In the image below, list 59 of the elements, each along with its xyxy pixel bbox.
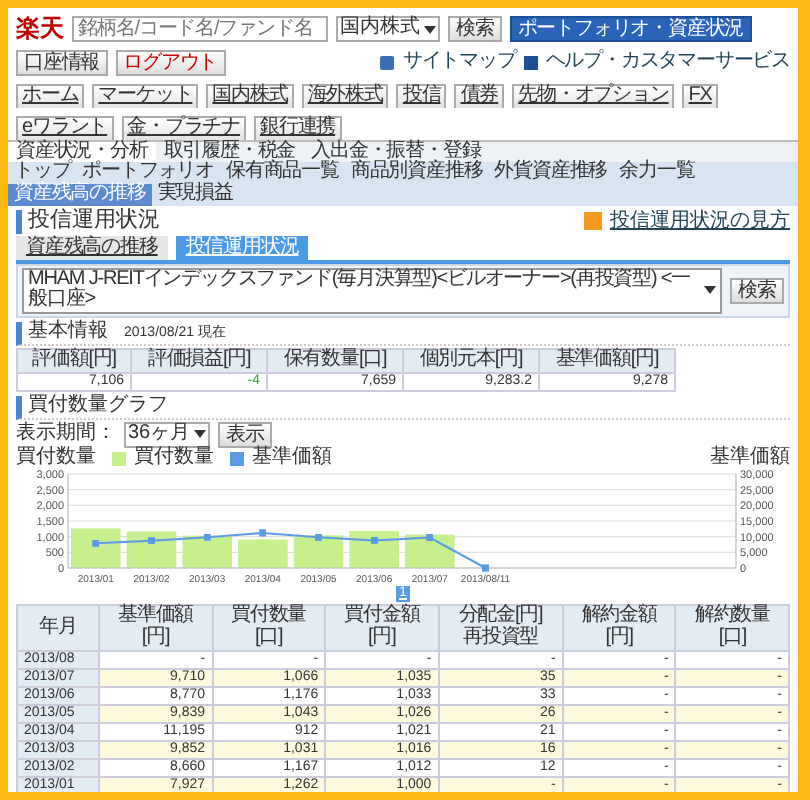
subnav-item[interactable]: 保有商品一覧	[220, 162, 345, 185]
column-header: 買付金額 [円]	[325, 605, 439, 652]
period-select[interactable]: 36ヶ月	[124, 421, 211, 448]
search-button[interactable]: 検索	[730, 277, 784, 304]
section-title: 基本情報	[28, 322, 108, 345]
help-link[interactable]: ヘルプ・カスタマーサービス	[545, 52, 790, 74]
column-header: 個別元本[円]	[403, 349, 539, 373]
nav-tab[interactable]: 国内株式	[206, 84, 294, 108]
column-header: 買付数量 [口]	[212, 605, 326, 652]
column-header: 分配金[円] 再投資型	[438, 605, 563, 652]
column-header: 解約金額 [円]	[562, 605, 676, 652]
bar	[238, 540, 288, 569]
bar	[182, 536, 232, 569]
search-button[interactable]: 検索	[448, 16, 502, 42]
nav-tab[interactable]: 海外株式	[301, 84, 389, 108]
axis-title: 基準価額	[710, 447, 790, 469]
bar	[293, 536, 344, 569]
column-header: 基準価額[円]	[539, 349, 675, 373]
sitemap-link[interactable]: サイトマップ	[402, 52, 516, 74]
subnav-item[interactable]: 実現損益	[151, 184, 239, 206]
bar	[349, 532, 399, 569]
column-header: 評価損益[円]	[131, 349, 268, 373]
market-select[interactable]: 国内株式	[336, 16, 440, 42]
legend-label: 買付数量	[134, 447, 214, 469]
column-header: 保有数量[口]	[267, 349, 404, 373]
bar	[126, 532, 177, 569]
nav-tab[interactable]: eワラント	[16, 115, 114, 140]
legend-label: 基準価額	[252, 447, 332, 469]
fund-select[interactable]: MHAM J-REITインデックスファンド(毎月決算型)<ビルオーナー>(再投資型) <一般口座>	[22, 267, 723, 315]
subnav-item[interactable]: 商品別資産推移	[344, 162, 489, 185]
nav-tab[interactable]: 債券	[454, 84, 505, 108]
page-tab[interactable]: 資産残高の推移	[16, 235, 168, 260]
logo[interactable]: 楽天	[16, 16, 64, 42]
help-link[interactable]: 投信運用状況の見方	[610, 211, 790, 233]
nav-tab[interactable]: 銀行連携	[253, 115, 342, 140]
axis-title: 買付数量	[16, 447, 96, 469]
period-label: 表示期間：	[16, 423, 116, 446]
nav-tab[interactable]: ホーム	[16, 84, 85, 108]
portfolio-button[interactable]: ポートフォリオ・資産状況	[509, 16, 752, 42]
right-y-axis	[735, 470, 774, 577]
nav-tab[interactable]: マーケット	[92, 84, 199, 108]
column-header: 評価額[円]	[17, 349, 132, 373]
account-button[interactable]: 口座情報	[16, 50, 108, 76]
subnav-item[interactable]: 資産状況・分析	[8, 141, 156, 163]
nav-tab[interactable]: 投信	[396, 84, 447, 108]
subnav-item[interactable]: トップ	[8, 162, 77, 185]
nav-tab[interactable]: FX	[682, 84, 718, 108]
search-field[interactable]: 銘柄名/コード名/ファンド名	[72, 16, 328, 42]
nav-tab[interactable]: 先物・オプション	[512, 84, 675, 108]
column-header: 基準価額 [円]	[98, 605, 213, 652]
nav-tab[interactable]: 金・プラチナ	[121, 115, 246, 140]
logout-button[interactable]: ログアウト	[115, 50, 226, 76]
column-header: 年月	[17, 605, 99, 652]
subnav-item[interactable]: 余力一覧	[613, 162, 701, 185]
column-header: 解約数量 [口]	[675, 605, 789, 652]
subnav-item[interactable]: 外貨資産推移	[488, 162, 614, 185]
section-title: 買付数量グラフ	[28, 393, 168, 416]
display-button[interactable]: 表示	[218, 421, 272, 448]
bar	[71, 529, 121, 569]
